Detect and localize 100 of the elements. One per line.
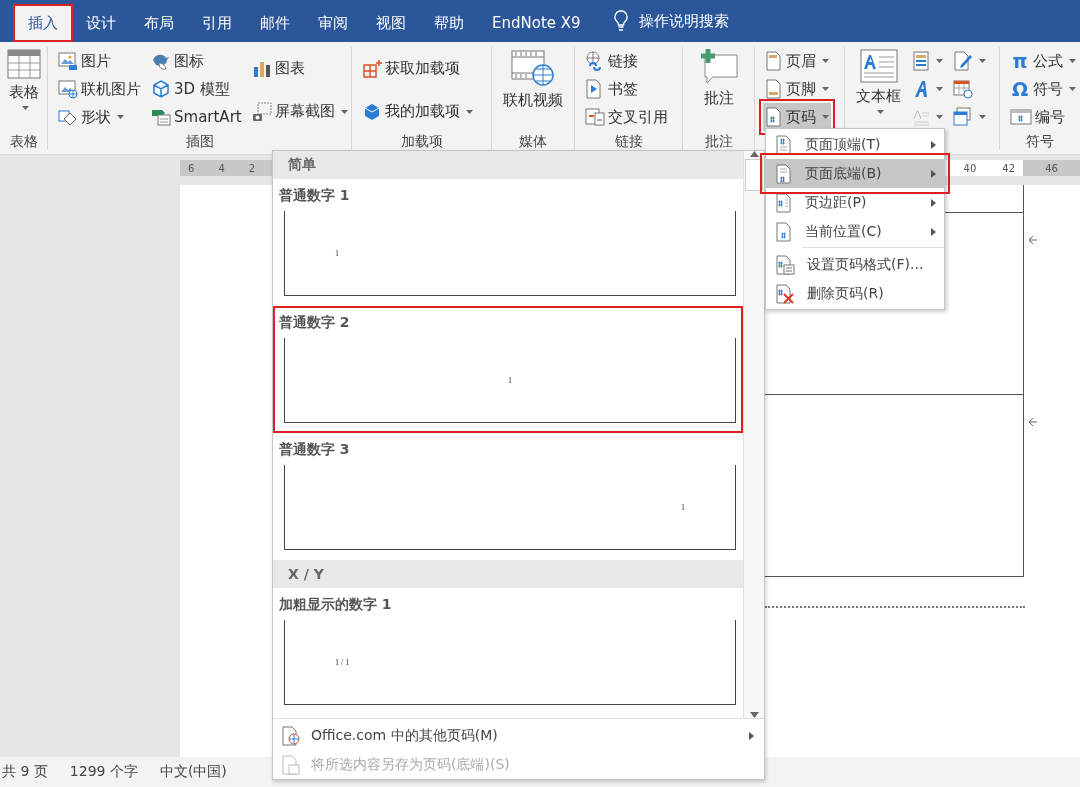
page-number-icon — [775, 221, 793, 242]
caret-icon — [936, 59, 943, 63]
symbol-glyph: Ω — [1010, 78, 1030, 100]
ribbon-button[interactable]: 联机图片 — [56, 75, 143, 103]
scroll-up-icon — [749, 151, 759, 157]
header-page-icon — [765, 51, 783, 71]
calendar-clock-icon — [953, 79, 973, 99]
globe-page-icon — [281, 725, 301, 746]
format-number-icon — [775, 254, 795, 275]
number-box-icon — [1010, 108, 1032, 126]
ribbon-button[interactable]: SmartArt — [149, 103, 244, 131]
status-text: 1299 个字 — [69, 763, 138, 781]
symbol-glyph: π — [1011, 50, 1029, 72]
ribbon-button[interactable]: 页眉 — [763, 47, 831, 75]
ribbon-tab[interactable]: 帮助 — [420, 5, 478, 41]
menu-item[interactable]: 页面底端(B) — [766, 159, 944, 188]
section-header: 简单 — [273, 151, 743, 179]
ribbon-button[interactable]: π 公式 — [1008, 47, 1078, 75]
section-header: X / Y — [273, 560, 743, 588]
menu-item[interactable]: 当前位置(C) — [766, 217, 944, 246]
window-icon — [953, 107, 973, 127]
caret-icon — [340, 109, 348, 114]
ribbon-button[interactable]: 屏幕截图 — [249, 97, 350, 126]
tell-me-search[interactable]: 操作说明搜索 — [638, 11, 729, 31]
ribbon-tab[interactable]: 邮件 — [246, 5, 304, 41]
grid-plus-icon — [362, 58, 382, 79]
ribbon-tab[interactable]: 审阅 — [304, 5, 362, 41]
submenu-arrow-icon — [749, 731, 754, 740]
caret-icon — [21, 106, 29, 110]
menu-item[interactable]: 页面顶端(T) — [766, 130, 944, 159]
group-label: 链接 — [614, 133, 643, 151]
caret-icon — [117, 115, 124, 119]
cube-icon — [151, 79, 171, 99]
page-margin-number-icon — [775, 192, 793, 213]
cubes-icon — [362, 101, 382, 122]
ribbon-button[interactable]: Ω 符号 — [1008, 75, 1078, 103]
ruler-mark: 42 — [1002, 162, 1015, 174]
group-label: 插图 — [185, 133, 214, 151]
save-page-icon — [281, 754, 301, 775]
ribbon-tab[interactable]: 插入 — [14, 5, 72, 41]
ribbon-tab[interactable]: 视图 — [362, 5, 420, 41]
row-end-arrow-icon — [1028, 235, 1038, 245]
group-label: 批注 — [704, 133, 733, 151]
scroll-thumb[interactable] — [745, 159, 763, 191]
ribbon-tab[interactable]: EndNote X9 — [478, 5, 595, 41]
scrollbar[interactable] — [743, 151, 764, 718]
ribbon-button[interactable]: 编号 — [1008, 103, 1078, 131]
menu-item[interactable]: 设置页码格式(F)... — [766, 250, 944, 279]
text-box-icon — [859, 49, 898, 83]
ribbon-button[interactable]: 书签 — [583, 75, 670, 103]
diagram-icon — [151, 107, 171, 127]
ribbon-button[interactable]: 链接 — [583, 47, 670, 75]
ribbon-tab[interactable]: 引用 — [188, 5, 246, 41]
comment-plus-icon — [698, 49, 739, 85]
group-label: 符号 — [1026, 133, 1054, 151]
group-label: 加载项 — [400, 133, 443, 151]
screenshot-camera-icon — [251, 101, 272, 122]
caret-icon — [1069, 59, 1076, 63]
caret-icon — [822, 59, 829, 63]
lightbulb-icon — [612, 10, 629, 32]
row-end-arrow-icon — [1028, 417, 1038, 427]
menu-item[interactable]: 删除页码(R) — [766, 279, 944, 308]
ribbon-button[interactable]: 3D 模型 — [149, 75, 244, 103]
caret-icon — [936, 87, 943, 91]
ribbon-button[interactable]: 我的加载项 — [360, 97, 475, 126]
ribbon-button[interactable]: 批注 — [695, 47, 742, 133]
caret-icon — [979, 59, 986, 63]
submenu-arrow-icon — [931, 169, 936, 178]
submenu-arrow-icon — [931, 227, 936, 236]
group-label: 表格 — [9, 133, 38, 151]
text-lines-icon — [912, 107, 930, 127]
online-picture-icon — [58, 79, 78, 99]
ribbon-button[interactable]: 图标 — [149, 47, 244, 75]
ribbon-button[interactable]: 交叉引用 — [583, 103, 670, 131]
pen-page-icon — [953, 51, 973, 71]
list-page-icon — [912, 51, 930, 71]
ribbon-button[interactable]: 联机视频 — [500, 47, 566, 133]
picture-icon — [58, 51, 78, 71]
ribbon-button[interactable]: 表格 — [3, 47, 44, 133]
ribbon-button[interactable]: 获取加载项 — [360, 54, 475, 83]
menu-item[interactable]: Office.com 中的其他页码(M) — [273, 721, 764, 750]
gallery-item[interactable]: 普通数字 2 1 — [273, 306, 743, 433]
footer-page-icon — [765, 79, 783, 99]
caret-icon — [466, 109, 473, 114]
ribbon-tab[interactable]: 设计 — [72, 5, 130, 41]
page-bottom-number-icon — [775, 163, 793, 184]
ribbon-button[interactable]: 形状 — [56, 103, 143, 131]
page-top-number-icon — [775, 134, 793, 155]
delete-number-icon — [775, 283, 795, 304]
ruler-mark: 46 — [1045, 162, 1058, 174]
ribbon-button[interactable]: 图片 — [56, 47, 143, 75]
caret-icon — [1069, 87, 1076, 91]
ribbon-button[interactable]: 图表 — [249, 54, 350, 83]
ribbon-tab[interactable]: 布局 — [130, 5, 188, 41]
menu-item[interactable]: 页边距(P) — [766, 188, 944, 217]
caret-icon — [876, 110, 884, 114]
status-text: 中文(中国) — [159, 763, 227, 781]
caret-icon — [822, 115, 829, 119]
ribbon-button[interactable]: 页脚 — [763, 75, 831, 103]
caret-icon — [936, 115, 943, 119]
